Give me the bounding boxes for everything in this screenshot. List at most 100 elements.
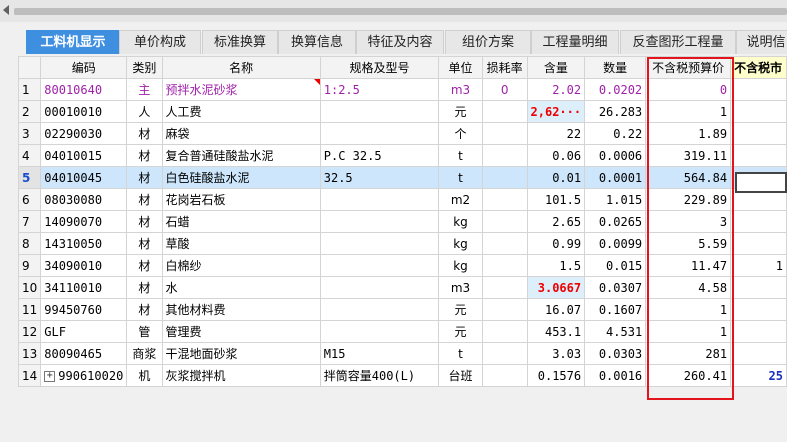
col-price[interactable]: 不含税预算价 xyxy=(645,56,732,79)
cell-price[interactable]: 319.11 xyxy=(645,144,732,167)
col-qty[interactable]: 数量 xyxy=(584,56,647,79)
cell-unit[interactable]: m3 xyxy=(438,78,483,101)
cell-category[interactable]: 材 xyxy=(126,276,163,299)
tab-3[interactable]: 换算信息 xyxy=(278,30,356,54)
cell-content[interactable]: 0.06 xyxy=(526,144,586,167)
cell-content[interactable]: 2.65 xyxy=(526,210,586,233)
cell-spec[interactable] xyxy=(319,210,440,233)
col-market[interactable]: 不含税市 xyxy=(730,56,787,79)
col-content[interactable]: 含量 xyxy=(526,56,586,79)
tab-5[interactable]: 组价方案 xyxy=(445,30,531,54)
cell-qty[interactable]: 1.015 xyxy=(584,188,647,211)
cell-name[interactable]: 草酸 xyxy=(161,232,321,255)
cell-loss[interactable] xyxy=(481,342,528,365)
cell-spec[interactable]: 1:2.5 xyxy=(319,78,440,101)
tab-7[interactable]: 反查图形工程量 xyxy=(620,30,736,54)
cell-name[interactable]: 石蜡 xyxy=(161,210,321,233)
cell-spec[interactable] xyxy=(319,100,440,123)
cell-name[interactable]: 灰浆搅拌机 xyxy=(161,364,321,387)
cell-loss[interactable] xyxy=(481,122,528,145)
cell-unit[interactable]: 元 xyxy=(438,320,483,343)
active-cell-cursor[interactable] xyxy=(735,172,787,193)
cell-content[interactable]: 1.5 xyxy=(526,254,586,277)
tab-0[interactable]: 工料机显示 xyxy=(26,30,120,54)
cell-category[interactable]: 管 xyxy=(126,320,163,343)
table-row[interactable]: 14 +990610020 机灰浆搅拌机 拌筒容量400(L) 台班 0.1576 0.00… xyxy=(17,364,787,387)
cell-market[interactable]: 25 xyxy=(730,364,787,387)
cell-qty[interactable]: 0.0099 xyxy=(584,232,647,255)
col-unit[interactable]: 单位 xyxy=(438,56,483,79)
cell-unit[interactable]: kg xyxy=(438,232,483,255)
cell-category[interactable]: 材 xyxy=(126,166,163,189)
cell-price[interactable]: 1 xyxy=(645,320,732,343)
cell-loss[interactable]: 0 xyxy=(481,78,528,101)
col-category[interactable]: 类别 xyxy=(126,56,163,79)
cell-unit[interactable]: m2 xyxy=(438,188,483,211)
cell-category[interactable]: 材 xyxy=(126,188,163,211)
cell-category[interactable]: 材 xyxy=(126,232,163,255)
cell-unit[interactable]: kg xyxy=(438,254,483,277)
cell-content[interactable]: 453.1 xyxy=(526,320,586,343)
cell-code[interactable]: 80090465 xyxy=(40,342,128,365)
scrollbar-thumb[interactable] xyxy=(14,8,787,15)
cell-spec[interactable] xyxy=(319,276,440,299)
cell-unit[interactable]: kg xyxy=(438,210,483,233)
cell-unit[interactable]: t xyxy=(438,342,483,365)
cell-name[interactable]: 麻袋 xyxy=(161,122,321,145)
cell-qty[interactable]: 0.0307 xyxy=(584,276,647,299)
cell-name[interactable]: 水 xyxy=(161,276,321,299)
cell-market[interactable] xyxy=(730,342,787,365)
col-loss[interactable]: 损耗率 xyxy=(481,56,528,79)
cell-loss[interactable] xyxy=(481,364,528,387)
table-row[interactable]: 1 80010640 主预拌水泥砂浆 1:2.5 m3 0 2.02 0.0202 0 xyxy=(17,78,787,101)
cell-market[interactable] xyxy=(730,298,787,321)
expand-plus-icon[interactable]: + xyxy=(44,370,56,382)
cell-category[interactable]: 人 xyxy=(126,100,163,123)
cell-code[interactable]: 34110010 xyxy=(40,276,128,299)
cell-qty[interactable]: 0.0202 xyxy=(584,78,647,101)
cell-code[interactable]: 08030080 xyxy=(40,188,128,211)
cell-price[interactable]: 4.58 xyxy=(645,276,732,299)
cell-content[interactable]: 16.07 xyxy=(526,298,586,321)
cell-category[interactable]: 材 xyxy=(126,122,163,145)
cell-qty[interactable]: 0.015 xyxy=(584,254,647,277)
cell-spec[interactable] xyxy=(319,254,440,277)
cell-category[interactable]: 材 xyxy=(126,144,163,167)
cell-category[interactable]: 商浆 xyxy=(126,342,163,365)
cell-name[interactable]: 管理费 xyxy=(161,320,321,343)
cell-content[interactable]: 101.5 xyxy=(526,188,586,211)
cell-market[interactable] xyxy=(730,100,787,123)
cell-price[interactable]: 281 xyxy=(645,342,732,365)
cell-code[interactable]: 04010045 xyxy=(40,166,128,189)
cell-content[interactable]: 0.01 xyxy=(526,166,586,189)
cell-code[interactable]: 80010640 xyxy=(40,78,128,101)
cell-price[interactable]: 1 xyxy=(645,100,732,123)
tab-2[interactable]: 标准换算 xyxy=(202,30,278,54)
cell-qty[interactable]: 0.0016 xyxy=(584,364,647,387)
table-row[interactable]: 11 99450760 材其他材料费 元 16.07 0.1607 1 xyxy=(17,298,787,321)
cell-market[interactable] xyxy=(730,144,787,167)
cell-name[interactable]: 白棉纱 xyxy=(161,254,321,277)
cell-spec[interactable]: P.C 32.5 xyxy=(319,144,440,167)
cell-content[interactable]: 22 xyxy=(526,122,586,145)
cell-unit[interactable]: 元 xyxy=(438,298,483,321)
cell-code[interactable]: 99450760 xyxy=(40,298,128,321)
cell-loss[interactable] xyxy=(481,298,528,321)
cell-content[interactable]: 2,62··· xyxy=(526,100,586,123)
table-row[interactable]: 3 02290030 材麻袋 个 22 0.22 1.89 xyxy=(17,122,787,145)
cell-price[interactable]: 3 xyxy=(645,210,732,233)
table-row[interactable]: 12 GLF 管管理费 元 453.1 4.531 1 xyxy=(17,320,787,343)
cell-name[interactable]: 白色硅酸盐水泥 xyxy=(161,166,321,189)
cell-loss[interactable] xyxy=(481,144,528,167)
cell-name[interactable]: 花岗岩石板 xyxy=(161,188,321,211)
cell-content[interactable]: 3.03 xyxy=(526,342,586,365)
cell-category[interactable]: 机 xyxy=(126,364,163,387)
cell-market[interactable] xyxy=(730,210,787,233)
cell-loss[interactable] xyxy=(481,232,528,255)
cell-loss[interactable] xyxy=(481,188,528,211)
cell-spec[interactable] xyxy=(319,188,440,211)
cell-category[interactable]: 材 xyxy=(126,298,163,321)
cell-unit[interactable]: 元 xyxy=(438,100,483,123)
cell-name[interactable]: 复合普通硅酸盐水泥 xyxy=(161,144,321,167)
cell-name[interactable]: 其他材料费 xyxy=(161,298,321,321)
